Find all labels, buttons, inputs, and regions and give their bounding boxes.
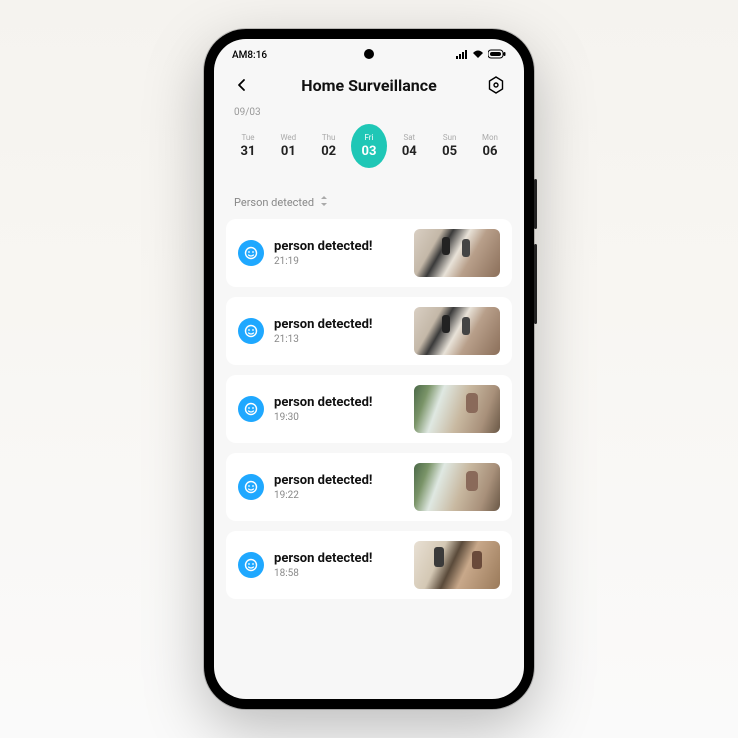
event-card[interactable]: person detected! 18:58 (226, 531, 512, 599)
person-detected-icon (238, 318, 264, 344)
calendar-day-of-week: Wed (280, 133, 296, 142)
filter-dropdown[interactable]: Person detected (214, 180, 524, 219)
date-label: 09/03 (214, 99, 524, 120)
phone-frame: AM8:16 Home Surveillance (204, 29, 534, 709)
event-thumbnail (414, 385, 500, 433)
event-time: 21:13 (274, 334, 404, 345)
calendar-day-number: 02 (321, 144, 336, 159)
calendar-strip: Tue 31 Wed 01 Thu 02 Fri 03 Sat 04 Sun 05 Mon 06 (214, 120, 524, 180)
event-thumbnail (414, 541, 500, 589)
screen: AM8:16 Home Surveillance (214, 39, 524, 699)
back-button[interactable] (232, 75, 252, 95)
signal-icon (456, 49, 468, 62)
calendar-day[interactable]: Sun 05 (432, 124, 468, 168)
event-title: person detected! (274, 473, 404, 488)
event-title: person detected! (274, 239, 404, 254)
event-title: person detected! (274, 395, 404, 410)
event-text: person detected! 18:58 (274, 551, 404, 579)
settings-button[interactable] (486, 75, 506, 95)
app-header: Home Surveillance (214, 67, 524, 99)
filter-label: Person detected (234, 196, 314, 209)
event-card[interactable]: person detected! 21:19 (226, 219, 512, 287)
person-detected-icon (238, 396, 264, 422)
event-card[interactable]: person detected! 21:13 (226, 297, 512, 365)
event-text: person detected! 21:13 (274, 317, 404, 345)
event-card[interactable]: person detected! 19:22 (226, 453, 512, 521)
person-detected-icon (238, 474, 264, 500)
calendar-day-of-week: Fri (364, 133, 373, 142)
event-text: person detected! 21:19 (274, 239, 404, 267)
camera-hole (364, 49, 374, 59)
event-time: 19:30 (274, 412, 404, 423)
event-text: person detected! 19:30 (274, 395, 404, 423)
calendar-day[interactable]: Wed 01 (270, 124, 306, 168)
calendar-day[interactable]: Thu 02 (311, 124, 347, 168)
event-time: 18:58 (274, 568, 404, 579)
calendar-day-number: 05 (442, 144, 457, 159)
event-thumbnail (414, 229, 500, 277)
event-text: person detected! 19:22 (274, 473, 404, 501)
calendar-day-of-week: Sun (443, 133, 457, 142)
calendar-day[interactable]: Sat 04 (391, 124, 427, 168)
event-card[interactable]: person detected! 19:30 (226, 375, 512, 443)
page-title: Home Surveillance (301, 76, 436, 95)
status-icons (456, 49, 506, 62)
person-detected-icon (238, 240, 264, 266)
event-time: 19:22 (274, 490, 404, 501)
person-detected-icon (238, 552, 264, 578)
event-thumbnail (414, 307, 500, 355)
wifi-icon (472, 49, 484, 62)
sort-icon (320, 196, 328, 209)
hexagon-settings-icon (487, 76, 505, 94)
event-title: person detected! (274, 551, 404, 566)
battery-icon (488, 49, 506, 62)
event-list: person detected! 21:19 person detected! 21:… (214, 219, 524, 699)
event-time: 21:19 (274, 256, 404, 267)
phone-side-button (534, 179, 537, 229)
calendar-day-of-week: Mon (482, 133, 498, 142)
calendar-day[interactable]: Tue 31 (230, 124, 266, 168)
calendar-day-number: 01 (281, 144, 296, 159)
calendar-day-number: 31 (241, 144, 256, 159)
phone-side-button (534, 244, 537, 324)
calendar-day-number: 06 (483, 144, 498, 159)
event-title: person detected! (274, 317, 404, 332)
calendar-day-of-week: Thu (322, 133, 336, 142)
calendar-day-of-week: Sat (403, 133, 415, 142)
calendar-day-number: 03 (362, 144, 377, 159)
status-time: AM8:16 (232, 50, 267, 61)
calendar-day[interactable]: Mon 06 (472, 124, 508, 168)
calendar-day-of-week: Tue (241, 133, 254, 142)
event-thumbnail (414, 463, 500, 511)
calendar-day-number: 04 (402, 144, 417, 159)
chevron-left-icon (235, 78, 249, 92)
calendar-day[interactable]: Fri 03 (351, 124, 387, 168)
